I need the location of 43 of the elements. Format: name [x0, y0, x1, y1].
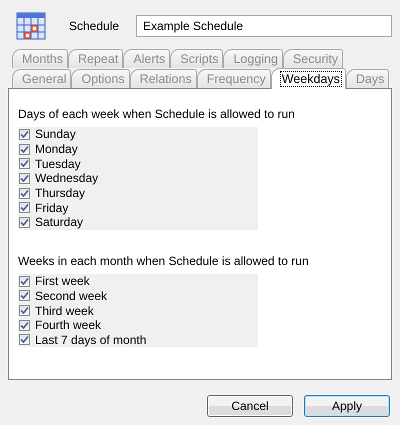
- tab[interactable]: Alerts: [123, 49, 170, 68]
- tab[interactable]: Days: [346, 69, 390, 88]
- checkbox[interactable]: [19, 305, 30, 316]
- section-heading: Weeks in each month when Schedule is allowed to run: [18, 254, 310, 268]
- checkbox-label: Saturday: [35, 215, 84, 230]
- checkbox-label: Sunday: [35, 127, 76, 142]
- checkbox[interactable]: [19, 216, 30, 228]
- checkbox[interactable]: [19, 334, 30, 346]
- checkbox[interactable]: [19, 320, 30, 331]
- checkbox[interactable]: [19, 290, 30, 302]
- checkbox-label: Fourth week: [35, 318, 102, 332]
- checkbox[interactable]: [19, 144, 30, 155]
- field-label: Schedule: [69, 19, 120, 33]
- checkbox[interactable]: [19, 172, 30, 184]
- calendar-icon: [16, 12, 46, 40]
- checkbox[interactable]: [19, 158, 30, 170]
- checkbox[interactable]: [19, 128, 30, 140]
- checkbox-label: Wednesday: [35, 171, 98, 186]
- checkbox-label: Last 7 days of month: [35, 332, 146, 347]
- checkbox-label: First week: [35, 274, 90, 288]
- tab[interactable]: Repeat: [68, 49, 124, 68]
- checkbox-label: Monday: [35, 142, 78, 156]
- tab[interactable]: Scripts: [170, 49, 224, 68]
- tab[interactable]: Weekdays: [270, 68, 346, 89]
- checkbox[interactable]: [19, 276, 30, 287]
- checkbox-label: Thursday: [35, 186, 86, 200]
- checkbox-label: Third week: [35, 304, 94, 318]
- apply-button[interactable]: Apply: [304, 395, 390, 417]
- checkbox[interactable]: [19, 202, 30, 214]
- tab[interactable]: Logging: [223, 49, 283, 68]
- tab[interactable]: Relations: [130, 69, 197, 88]
- tab[interactable]: General: [12, 69, 72, 88]
- section-heading: Days of each week when Schedule is allowed to run: [18, 107, 296, 121]
- tab[interactable]: Security: [282, 49, 344, 68]
- checkbox[interactable]: [19, 188, 30, 199]
- cancel-button[interactable]: Cancel: [207, 395, 293, 417]
- tab[interactable]: Frequency: [196, 69, 271, 88]
- tab[interactable]: Months: [12, 49, 68, 68]
- checkbox-label: Friday: [35, 200, 68, 215]
- schedule-name-field[interactable]: Example Schedule: [136, 15, 392, 37]
- checkbox-label: Tuesday: [35, 156, 81, 171]
- tab[interactable]: Options: [71, 69, 130, 88]
- checkbox-label: Second week: [35, 288, 108, 303]
